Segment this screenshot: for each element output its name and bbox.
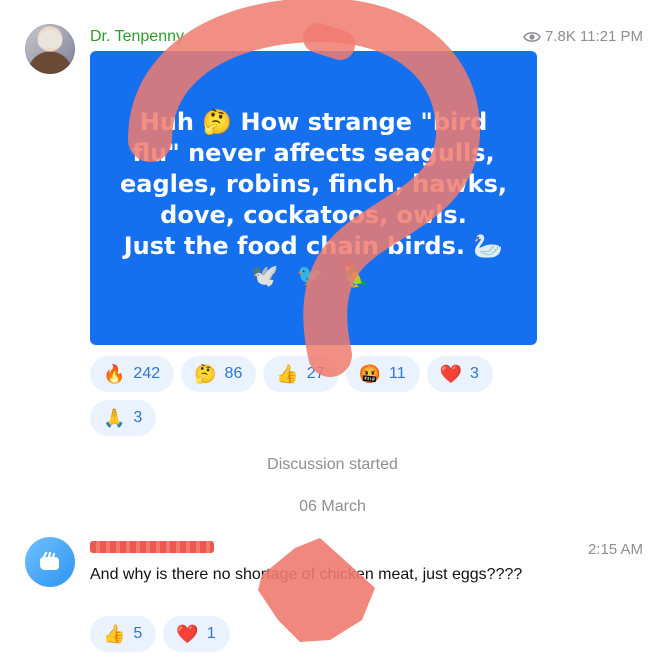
post-image[interactable]: Huh 🤔 How strange "bird flu" never affec… [90,51,537,345]
redacted-commenter-name [90,541,214,553]
post-meta: 7.8K 11:21 PM [523,28,643,45]
thinking-icon: 🤔 [194,363,217,384]
reaction-thumbs-up[interactable]: 👍 5 [90,616,157,652]
reaction-count: 3 [133,409,143,426]
reaction-fire[interactable]: 🔥 242 [90,356,175,392]
thumbs-up-icon: 👍 [276,363,299,384]
pray-icon: 🙏 [103,407,126,428]
discussion-started-label: Discussion started [267,456,398,473]
reaction-count: 11 [388,365,406,382]
image-text-line: Huh 🤔 How strange "bird [139,108,488,136]
reaction-count: 242 [133,365,161,382]
reaction-heart[interactable]: ❤️ 1 [163,616,230,652]
question-mark-dot [303,23,355,60]
date-separator: 06 March [299,498,366,515]
heart-icon: ❤️ [176,623,199,644]
scribble-overlay [258,538,375,642]
reaction-swearing[interactable]: 🤬 11 [345,356,420,392]
image-text-line: dove, cockatoos, owls. [160,201,467,229]
post-time: 11:21 PM [579,28,643,45]
image-text-line: Just the food chain birds. 🦢 [123,232,504,260]
reaction-heart[interactable]: ❤️ 3 [426,356,493,392]
post-reactions-row-2: 🙏 3 [90,400,157,436]
reaction-count: 5 [133,625,143,642]
reaction-thumbs-up[interactable]: 👍 27 [263,356,339,392]
reaction-count: 86 [224,365,243,382]
commenter-avatar[interactable] [25,537,75,587]
image-emoji-row: 🕊️ 🐦 🦜 [251,263,376,288]
comment-reactions-row: 👍 5 ❤️ 1 [90,616,230,652]
reaction-count: 3 [470,365,479,382]
reaction-count: 27 [306,365,325,382]
fire-icon: 🔥 [103,363,126,384]
heart-icon: ❤️ [439,363,463,384]
reaction-thinking[interactable]: 🤔 86 [181,356,257,392]
eye-icon [523,31,541,42]
reaction-pray[interactable]: 🙏 3 [90,400,157,436]
reaction-count: 1 [206,625,216,642]
image-text: Huh 🤔 How strange "bird flu" never affec… [90,107,537,262]
avatar-hair [38,30,62,48]
comment-text: And why is there no shortage of chicken … [90,566,523,583]
thumbs-up-icon: 👍 [103,623,126,644]
hand-icon [40,551,59,570]
image-text-line: flu" never affects seagulls, [132,139,495,167]
author-name[interactable]: Dr. Tenpenny [90,28,184,46]
post-reactions-row-1: 🔥 242 🤔 86 👍 27 🤬 11 ❤️ 3 [90,356,493,392]
swearing-face-icon: 🤬 [358,363,381,384]
image-text-line: eagles, robins, finch, hawks, [120,170,507,198]
comment-time: 2:15 AM [587,541,643,558]
view-count: 7.8K [545,28,576,45]
author-avatar[interactable] [25,24,75,74]
